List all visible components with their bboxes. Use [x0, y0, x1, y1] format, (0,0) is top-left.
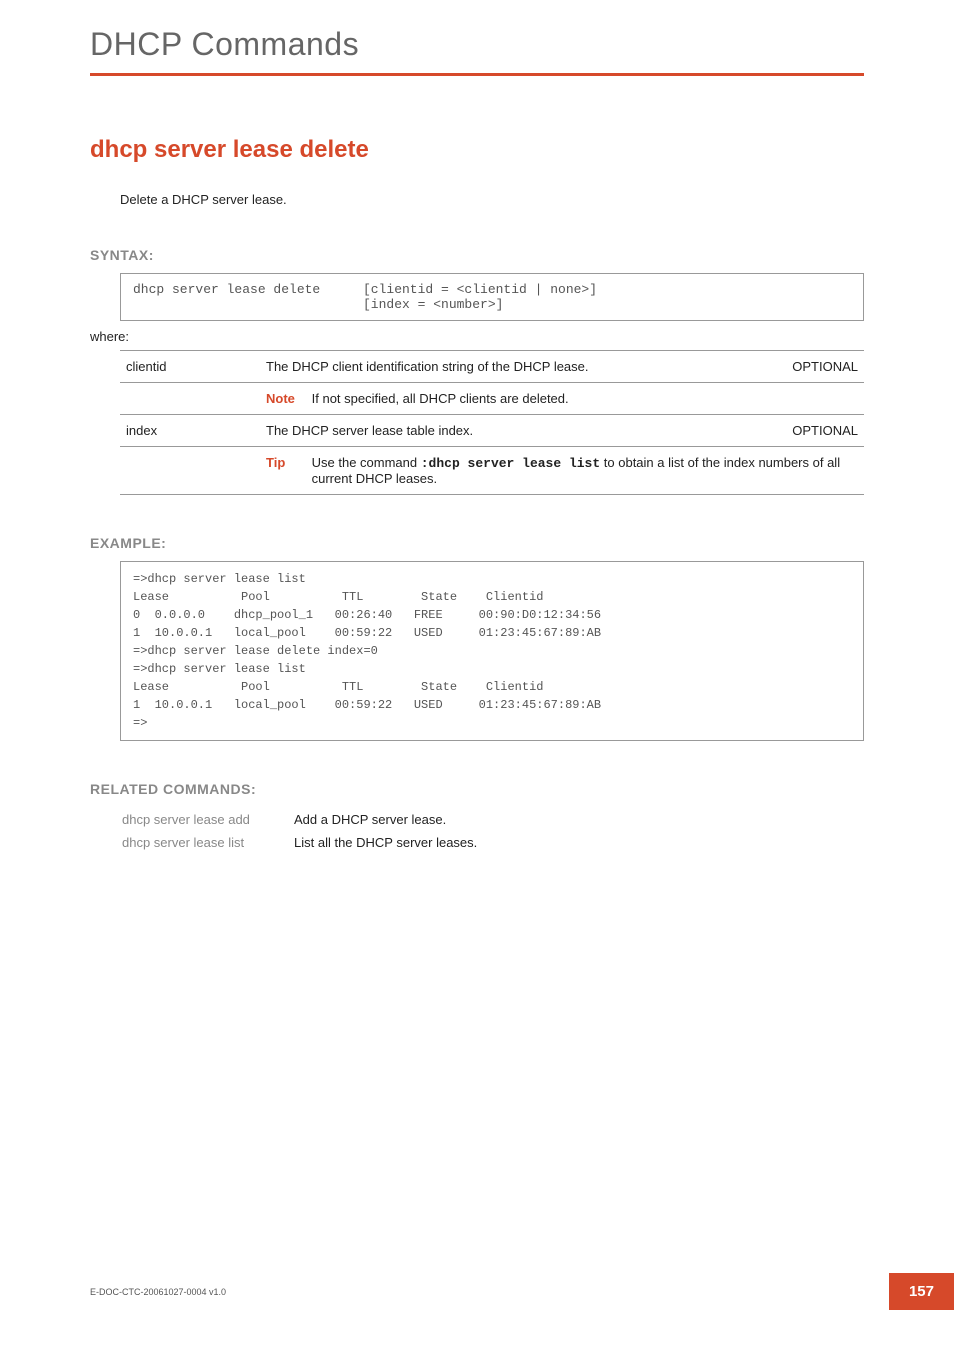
tip-label: Tip [266, 455, 308, 470]
related-label: RELATED COMMANDS: [90, 781, 864, 797]
param-requirement: OPTIONAL [774, 351, 864, 383]
related-command: dhcp server lease list [122, 832, 292, 853]
table-row: dhcp server lease add Add a DHCP server … [122, 809, 497, 830]
accent-rule [90, 73, 864, 76]
param-table: clientid The DHCP client identification … [120, 350, 864, 495]
tip-code: :dhcp server lease list [421, 456, 600, 471]
related-commands-table: dhcp server lease add Add a DHCP server … [120, 807, 499, 855]
param-desc: The DHCP server lease table index. [260, 415, 774, 447]
note-text: If not specified, all DHCP clients are d… [312, 391, 854, 406]
where-label: where: [90, 329, 864, 344]
example-code: =>dhcp server lease list Lease Pool TTL … [120, 561, 864, 741]
note-label: Note [266, 391, 308, 406]
param-requirement: OPTIONAL [774, 415, 864, 447]
table-row: clientid The DHCP client identification … [120, 351, 864, 383]
param-desc: The DHCP client identification string of… [260, 351, 774, 383]
syntax-command: dhcp server lease delete [133, 282, 363, 312]
table-row: Tip Use the command :dhcp server lease l… [120, 447, 864, 495]
param-name: index [120, 415, 260, 447]
command-description: Delete a DHCP server lease. [120, 192, 864, 207]
related-description: List all the DHCP server leases. [294, 832, 497, 853]
syntax-label: SYNTAX: [90, 247, 864, 263]
example-label: EXAMPLE: [90, 535, 864, 551]
table-row: index The DHCP server lease table index.… [120, 415, 864, 447]
table-row: dhcp server lease list List all the DHCP… [122, 832, 497, 853]
syntax-box: dhcp server lease delete [clientid = <cl… [120, 273, 864, 321]
table-row: Note If not specified, all DHCP clients … [120, 383, 864, 415]
document-id: E-DOC-CTC-20061027-0004 v1.0 [90, 1287, 226, 1297]
page-footer: E-DOC-CTC-20061027-0004 v1.0 157 [90, 1273, 954, 1310]
tip-text: Use the command :dhcp server lease list … [312, 455, 854, 486]
related-description: Add a DHCP server lease. [294, 809, 497, 830]
param-name: clientid [120, 351, 260, 383]
chapter-title: DHCP Commands [90, 26, 864, 63]
command-title: dhcp server lease delete [90, 136, 864, 164]
syntax-arguments: [clientid = <clientid | none>] [index = … [363, 282, 597, 312]
related-command: dhcp server lease add [122, 809, 292, 830]
page-number: 157 [889, 1273, 954, 1310]
